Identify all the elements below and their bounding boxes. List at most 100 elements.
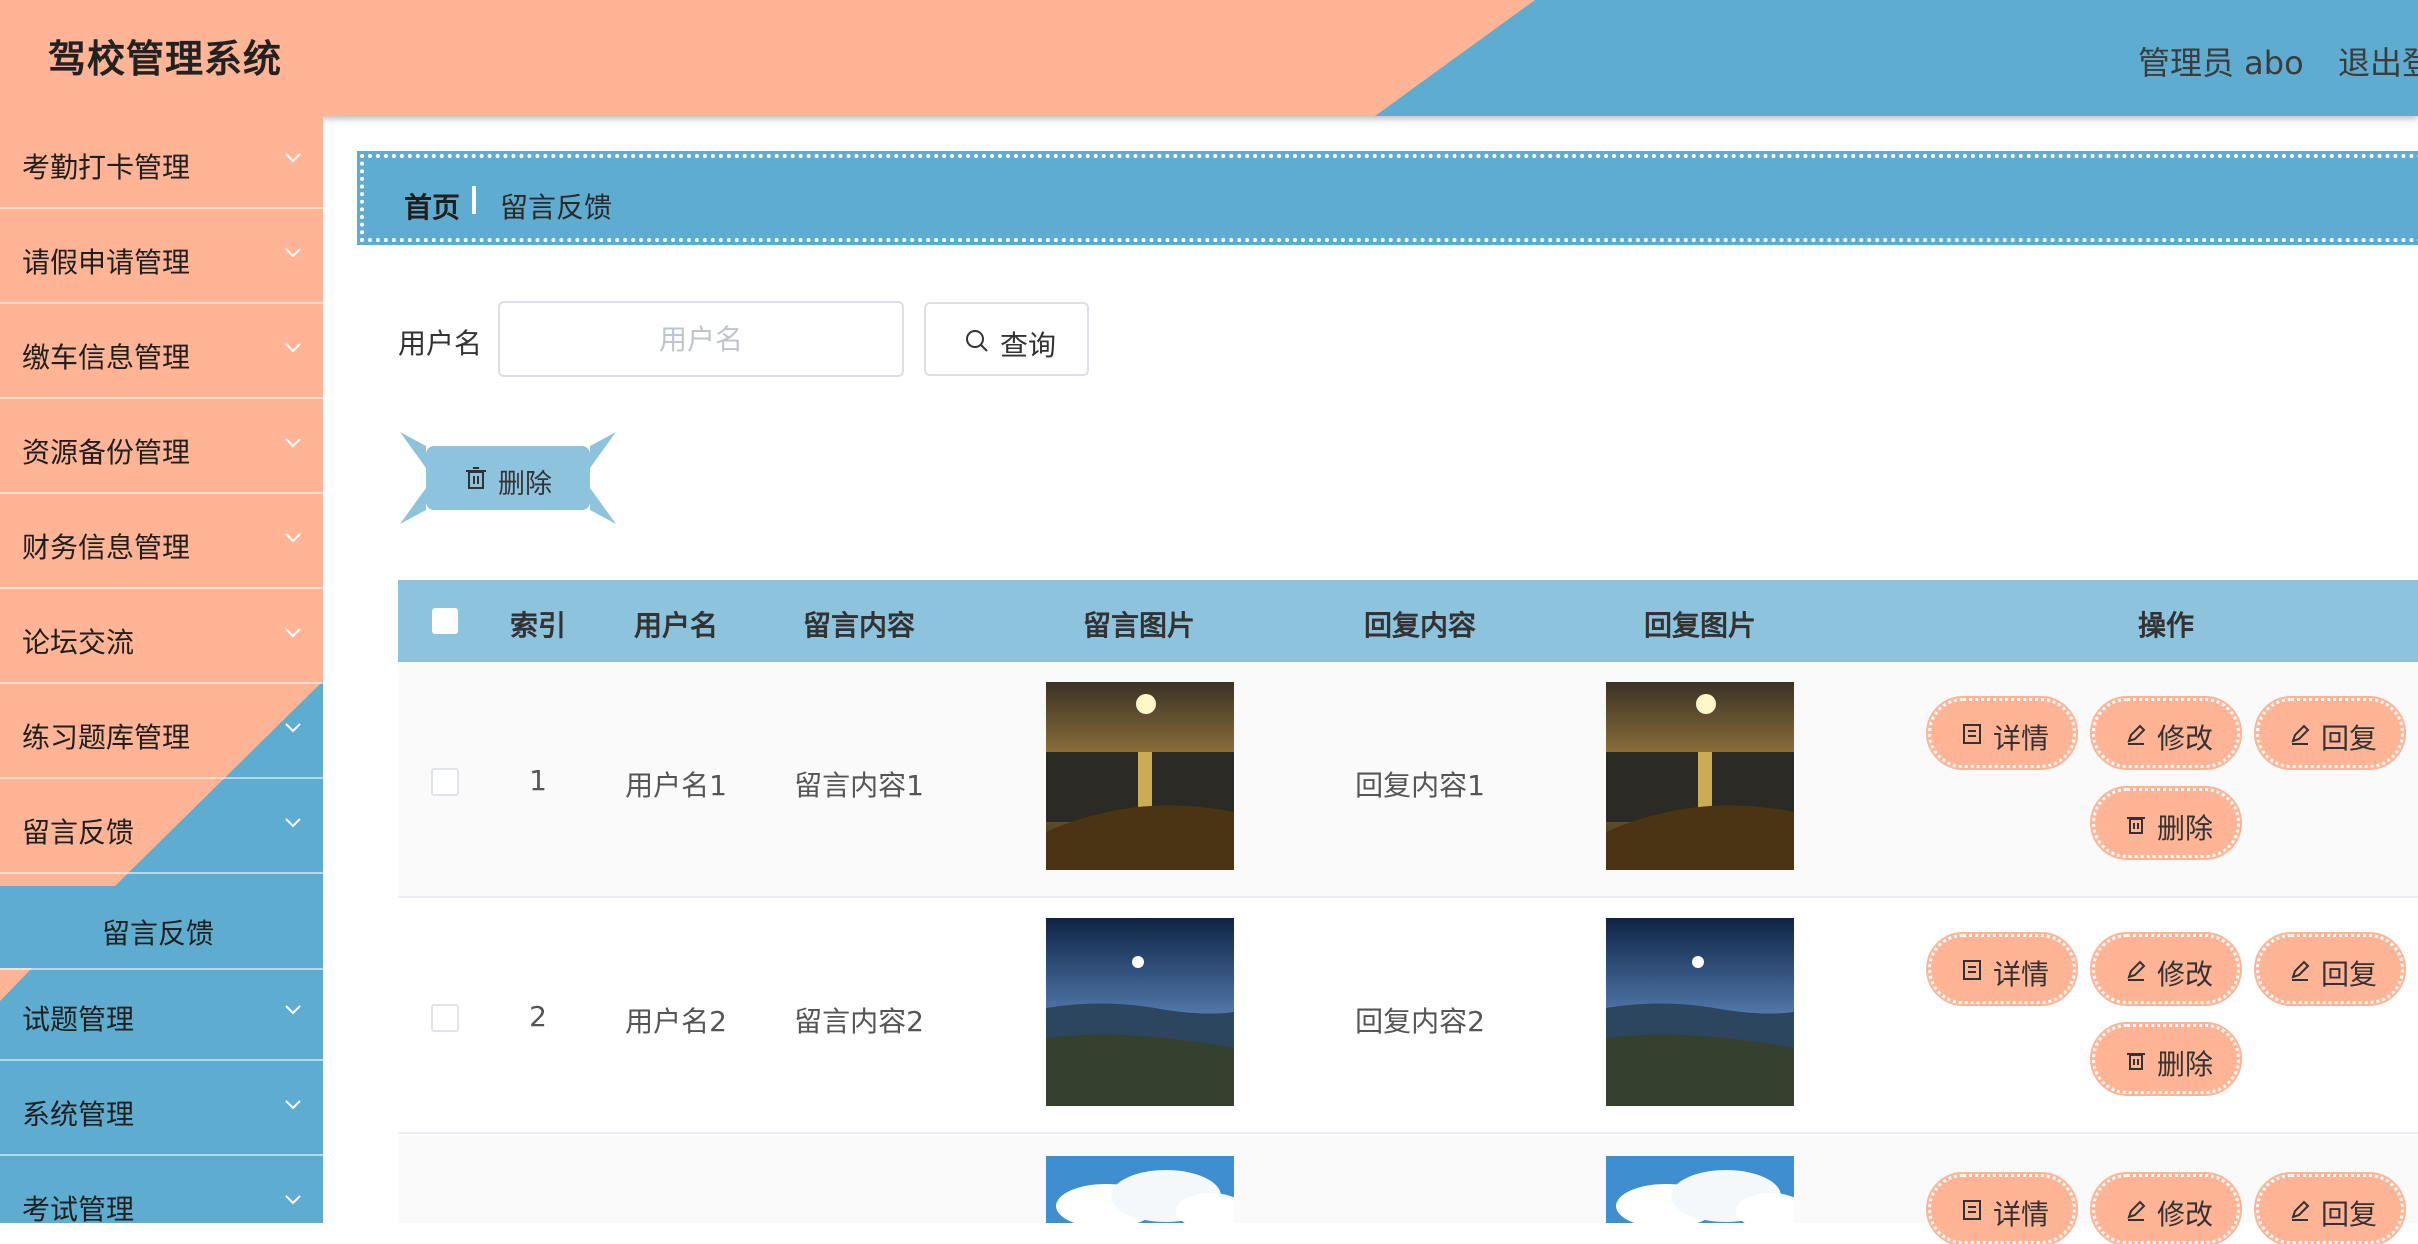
th-username: 用户名 — [633, 609, 719, 642]
sidebar-item-exam[interactable]: 考试管理 — [0, 1158, 323, 1223]
detail-button-label: 详情 — [1993, 722, 2050, 755]
message-image-clouds[interactable] — [1046, 1156, 1234, 1223]
th-content: 留言内容 — [802, 609, 916, 642]
sidebar-item-exam-questions[interactable]: 试题管理 — [0, 968, 323, 1061]
detail-button[interactable]: 详情 — [1926, 932, 2078, 1006]
sidebar: 考勤打卡管理 请假申请管理 缴车信息管理 资源备份管理 财务信息管理 论坛交流 … — [0, 116, 323, 1223]
detail-button-label: 详情 — [1993, 958, 2050, 991]
delete-button-label: 删除 — [2157, 812, 2214, 845]
edit-button[interactable]: 修改 — [2090, 932, 2242, 1006]
chevron-down-icon — [285, 343, 301, 353]
sidebar-item-system[interactable]: 系统管理 — [0, 1063, 323, 1156]
reply-image-night-coast[interactable] — [1606, 918, 1794, 1106]
sidebar-item-label: 试题管理 — [22, 1003, 135, 1036]
delete-button-label: 删除 — [2157, 1048, 2214, 1081]
sidebar-item-label: 考试管理 — [22, 1193, 135, 1223]
current-user: 管理员 abo — [2138, 44, 2304, 82]
breadcrumb: 首页 留言反馈 — [357, 151, 2418, 245]
edit-button[interactable]: 修改 — [2090, 696, 2242, 770]
search-icon — [966, 330, 988, 352]
sidebar-subitem-feedback[interactable]: 留言反馈 — [0, 886, 323, 970]
sidebar-item-label: 系统管理 — [22, 1098, 135, 1131]
chevron-down-icon — [285, 818, 301, 828]
delete-button[interactable]: 删除 — [2090, 1022, 2242, 1096]
chevron-down-icon — [285, 723, 301, 733]
th-reply: 回复内容 — [1363, 609, 1477, 642]
row-checkbox[interactable] — [431, 768, 459, 796]
sidebar-item-label: 缴车信息管理 — [22, 341, 191, 374]
cell-content: 留言内容2 — [794, 1005, 924, 1038]
pencil-icon — [2127, 724, 2146, 745]
pencil-icon — [2291, 724, 2310, 745]
chevron-down-icon — [285, 438, 301, 448]
cell-reply: 回复内容2 — [1355, 1005, 1485, 1038]
cell-index: 2 — [529, 1000, 547, 1033]
cell-index: 1 — [529, 764, 547, 797]
reply-button[interactable]: 回复 — [2254, 696, 2406, 770]
trash-icon — [2127, 1053, 2145, 1070]
table-row: 2 用户名2 留言内容2 回复内容2 详情 修改 回复 删除 — [398, 898, 2418, 1134]
batch-delete-label: 删除 — [498, 469, 552, 500]
th-index: 索引 — [509, 609, 567, 642]
sidebar-item-label: 考勤打卡管理 — [22, 151, 191, 184]
chevron-down-icon — [285, 1005, 301, 1015]
detail-button[interactable]: 详情 — [1926, 696, 2078, 770]
pencil-icon — [2291, 960, 2310, 981]
sidebar-item-label: 请假申请管理 — [22, 246, 191, 279]
sidebar-item-label: 论坛交流 — [22, 626, 135, 659]
sidebar-item-backup[interactable]: 资源备份管理 — [0, 401, 323, 494]
search-username-input[interactable] — [498, 301, 904, 377]
sidebar-item-feedback[interactable]: 留言反馈 — [0, 781, 323, 874]
breadcrumb-separator — [472, 186, 476, 214]
row-checkbox[interactable] — [431, 1004, 459, 1032]
select-all-checkbox[interactable] — [432, 608, 458, 634]
app-title: 驾校管理系统 — [48, 37, 283, 81]
sidebar-item-label: 财务信息管理 — [22, 531, 191, 564]
trash-icon — [2127, 817, 2145, 834]
sidebar-item-vehicle[interactable]: 缴车信息管理 — [0, 306, 323, 399]
breadcrumb-home[interactable]: 首页 — [404, 186, 460, 226]
sidebar-item-finance[interactable]: 财务信息管理 — [0, 496, 323, 589]
query-button-label: 查询 — [1000, 329, 1057, 362]
reply-image-sunset[interactable] — [1606, 682, 1794, 870]
reply-button[interactable]: 回复 — [2254, 1172, 2406, 1244]
batch-delete-button[interactable]: 删除 — [398, 428, 618, 528]
pencil-icon — [2291, 1200, 2310, 1221]
sidebar-item-forum[interactable]: 论坛交流 — [0, 591, 323, 684]
reply-image-clouds[interactable] — [1606, 1156, 1794, 1223]
logout-link[interactable]: 退出登录 — [2338, 38, 2418, 84]
sidebar-item-label: 练习题库管理 — [22, 721, 191, 754]
cell-reply: 回复内容1 — [1355, 769, 1485, 802]
message-image-sunset[interactable] — [1046, 682, 1234, 870]
document-icon — [1963, 960, 1981, 980]
document-icon — [1963, 1200, 1981, 1220]
edit-button-label: 修改 — [2157, 722, 2214, 755]
sidebar-item-leave[interactable]: 请假申请管理 — [0, 211, 323, 304]
sidebar-subitem-label: 留言反馈 — [102, 917, 215, 950]
chevron-down-icon — [285, 153, 301, 163]
sidebar-item-question-bank[interactable]: 练习题库管理 — [0, 686, 323, 779]
detail-button[interactable]: 详情 — [1926, 1172, 2078, 1244]
header-salmon-band — [0, 0, 1535, 116]
batch-delete-body: 删除 — [426, 446, 590, 510]
search-username-label: 用户名 — [398, 327, 483, 360]
reply-button-label: 回复 — [2321, 958, 2378, 991]
detail-button-label: 详情 — [1993, 1198, 2050, 1231]
reply-button[interactable]: 回复 — [2254, 932, 2406, 1006]
sidebar-item-attendance[interactable]: 考勤打卡管理 — [0, 116, 323, 209]
document-icon — [1963, 724, 1981, 744]
message-image-night-coast[interactable] — [1046, 918, 1234, 1106]
chevron-down-icon — [285, 628, 301, 638]
table-row: 详情 修改 回复 — [398, 1136, 2418, 1244]
chevron-down-icon — [285, 533, 301, 543]
cell-username: 用户名1 — [625, 769, 727, 802]
table-header: 索引 用户名 留言内容 留言图片 回复内容 回复图片 操作 — [398, 580, 2418, 662]
edit-button[interactable]: 修改 — [2090, 1172, 2242, 1244]
delete-button[interactable]: 删除 — [2090, 786, 2242, 860]
th-image: 留言图片 — [1082, 609, 1196, 642]
chevron-down-icon — [285, 1100, 301, 1110]
query-button[interactable]: 查询 — [924, 302, 1089, 376]
trash-icon — [466, 467, 486, 489]
edit-button-label: 修改 — [2157, 1198, 2214, 1231]
sidebar-item-label: 留言反馈 — [22, 816, 135, 849]
